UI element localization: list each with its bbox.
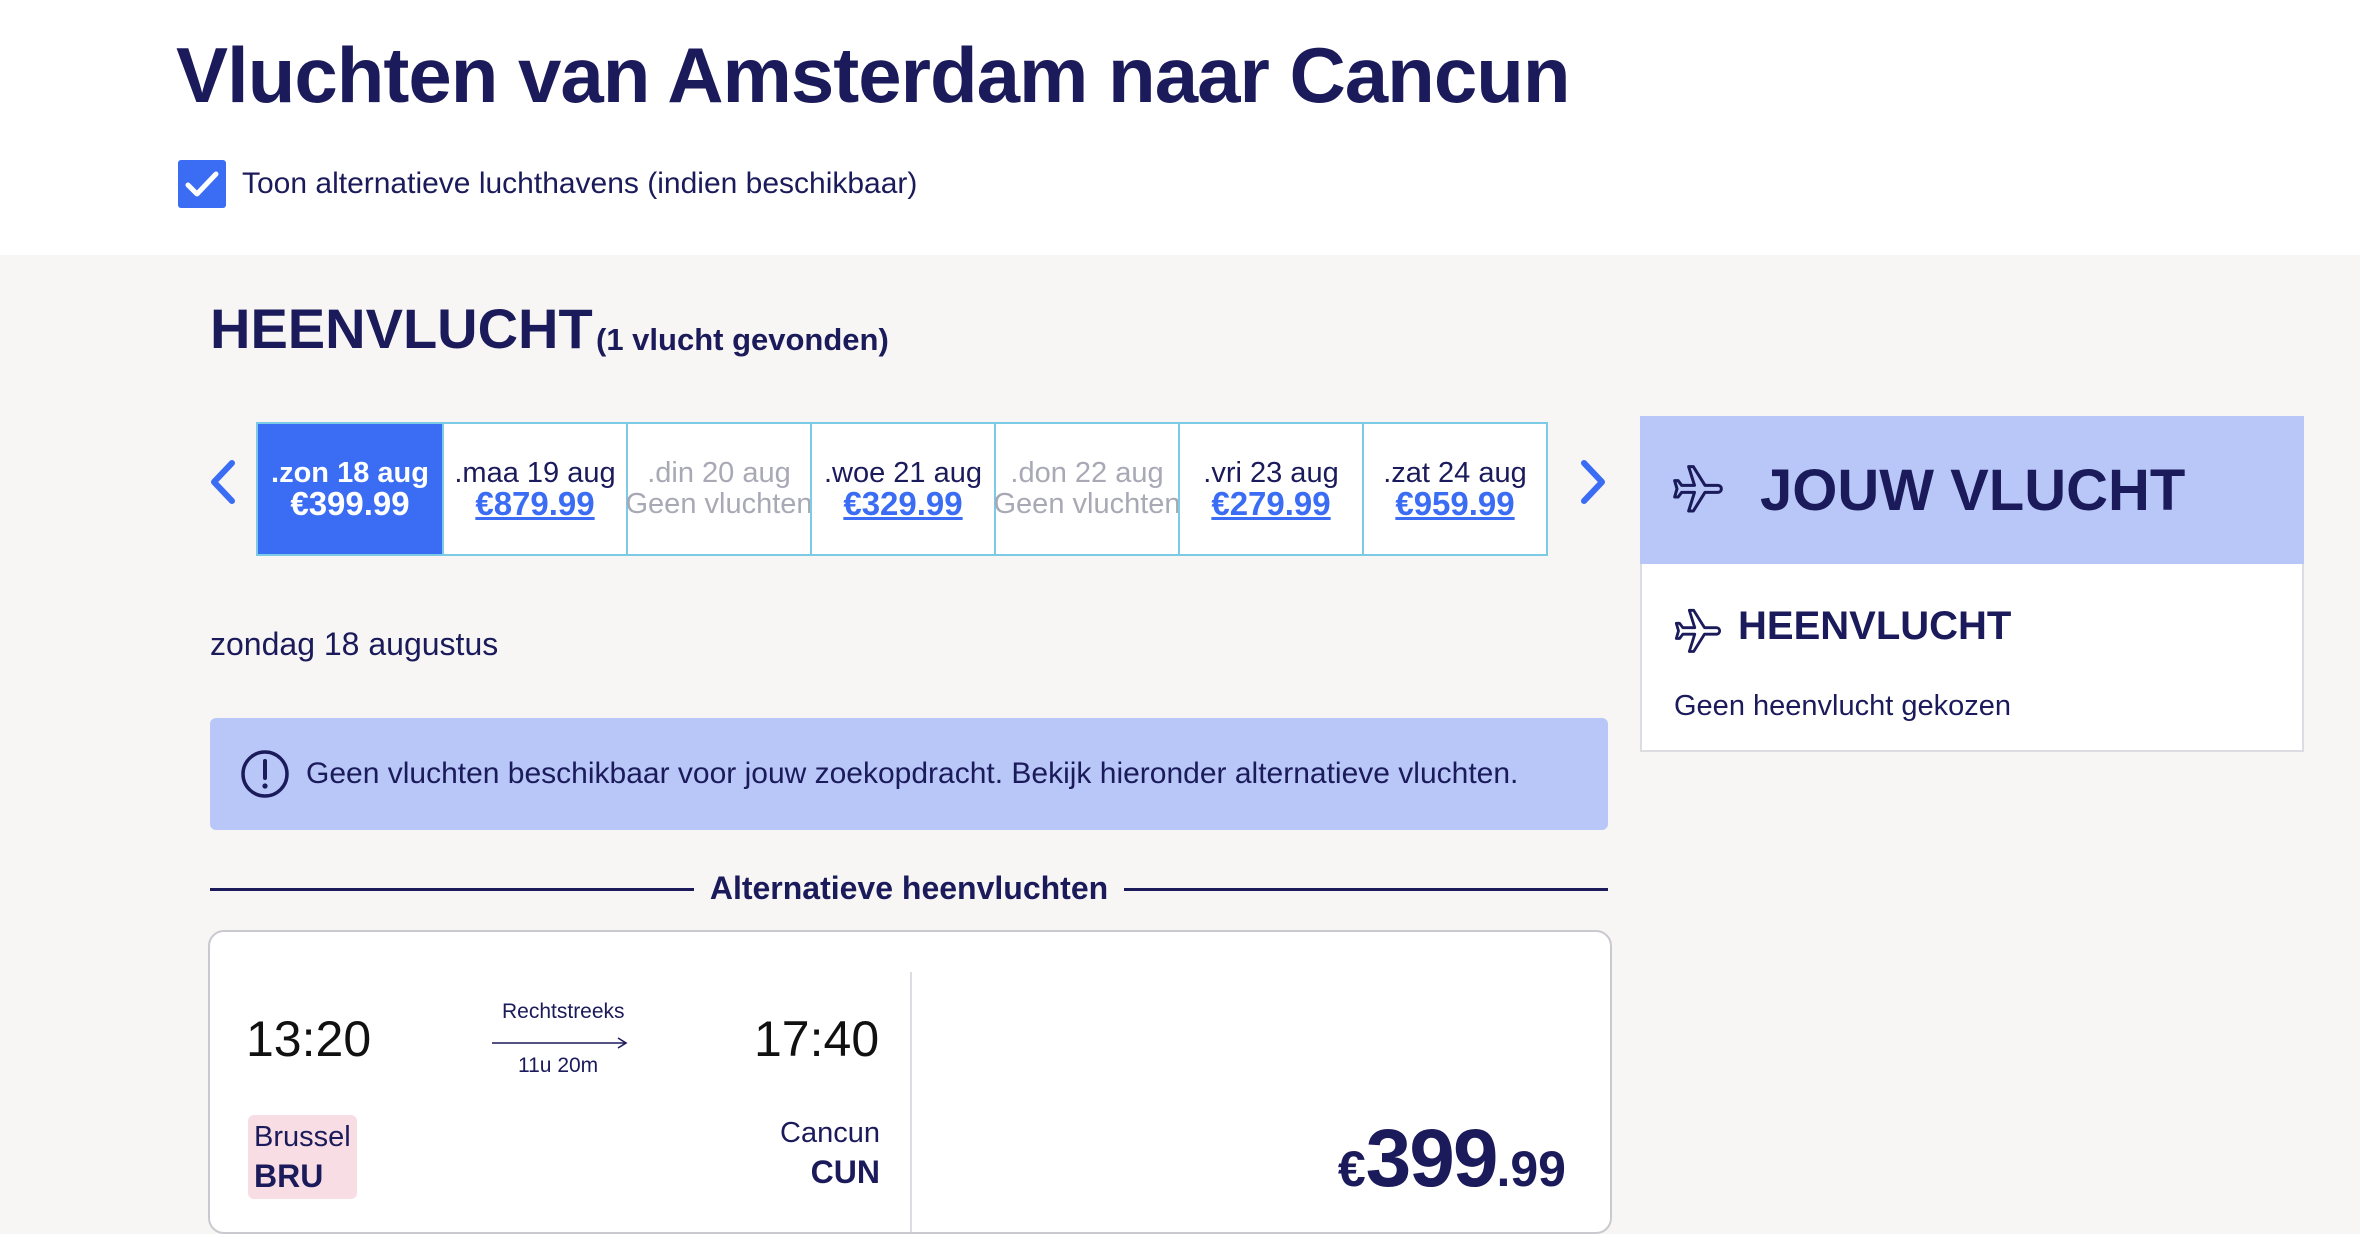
date-option-day: .don 22 aug [1010, 457, 1164, 489]
date-option-day: .maa 19 aug [454, 457, 616, 489]
date-option-1[interactable]: .maa 19 aug €879.99 [442, 424, 626, 554]
price-decimals: .99 [1496, 1141, 1566, 1197]
notice-text: Geen vluchten beschikbaar voor jouw zoek… [306, 757, 1519, 790]
origin-badge: Brussel BRU [248, 1115, 357, 1199]
date-selector: .zon 18 aug €399.99 .maa 19 aug €879.99 … [256, 422, 1548, 556]
destination: Cancun CUN [780, 1117, 880, 1191]
next-dates-button[interactable] [1574, 452, 1614, 512]
date-option-4: .don 22 aug Geen vluchten [993, 424, 1181, 554]
date-option-5[interactable]: .vri 23 aug €279.99 [1178, 424, 1362, 554]
flight-price[interactable]: €399.99 [1338, 1112, 1566, 1206]
departure-time: 13:20 [246, 1011, 372, 1067]
date-option-day: .zon 18 aug [271, 457, 429, 489]
price-currency: € [1337, 1141, 1366, 1197]
alt-airports-checkbox[interactable] [178, 160, 226, 208]
page-header: Vluchten van Amsterdam naar Cancun Toon … [0, 0, 2360, 255]
date-option-day: .vri 23 aug [1203, 457, 1339, 489]
plane-icon [1673, 465, 1723, 513]
date-option-price[interactable]: €959.99 [1395, 487, 1514, 520]
date-option-price[interactable]: €879.99 [475, 487, 594, 520]
arrival-time: 17:40 [754, 1011, 880, 1067]
alternatives-heading: Alternatieve heenvluchten [693, 870, 1125, 906]
flight-card[interactable]: 13:20 Rechtstreeks 11u 20m 17:40 Brussel… [208, 930, 1612, 1234]
panel-header: JOUW VLUCHT [1640, 416, 2304, 564]
origin-code: BRU [254, 1158, 324, 1194]
panel-section-heading: HEENVLUCHT [1738, 604, 2012, 648]
chevron-left-icon [211, 460, 235, 504]
date-option-price: €399.99 [290, 485, 410, 522]
price-integer: 399 [1365, 1113, 1499, 1204]
plane-icon [1674, 608, 1721, 653]
date-option-day: .woe 21 aug [823, 457, 982, 489]
prev-dates-button[interactable] [202, 452, 242, 512]
no-flights-notice: Geen vluchten beschikbaar voor jouw zoek… [210, 718, 1608, 830]
panel-status: Geen heenvlucht gekozen [1674, 690, 2011, 722]
selected-date-label: zondag 18 augustus [210, 626, 499, 662]
date-option-0[interactable]: .zon 18 aug €399.99 [258, 424, 442, 554]
flight-duration: 11u 20m [518, 1054, 599, 1077]
date-option-6[interactable]: .zat 24 aug €959.99 [1362, 424, 1546, 554]
date-option-day: .zat 24 aug [1383, 457, 1527, 489]
check-icon [185, 171, 219, 197]
date-option-3[interactable]: .woe 21 aug €329.99 [810, 424, 994, 554]
your-flight-panel: JOUW VLUCHT HEENVLUCHT Geen heenvlucht g… [1640, 416, 2304, 752]
card-divider [910, 972, 912, 1232]
date-option-price: Geen vluchten [625, 488, 813, 520]
alt-airports-label[interactable]: Toon alternatieve luchthavens (indien be… [242, 167, 917, 201]
date-option-price[interactable]: €279.99 [1211, 487, 1330, 520]
exclamation-circle-icon [241, 750, 289, 798]
dest-code: CUN [810, 1154, 880, 1190]
alternatives-divider: Alternatieve heenvluchten [210, 868, 1608, 908]
outbound-count: (1 vlucht gevonden) [596, 322, 889, 357]
date-option-2: .din 20 aug Geen vluchten [625, 424, 813, 554]
arrow-right-icon [492, 1037, 628, 1049]
panel-title: JOUW VLUCHT [1760, 457, 2186, 523]
date-option-price[interactable]: €329.99 [843, 487, 962, 520]
dest-city: Cancun [780, 1117, 880, 1149]
date-option-day: .din 20 aug [647, 457, 791, 489]
chevron-right-icon [1581, 460, 1605, 504]
outbound-heading: HEENVLUCHT [210, 297, 593, 360]
date-option-price: Geen vluchten [993, 488, 1181, 520]
panel-body: HEENVLUCHT Geen heenvlucht gekozen [1640, 564, 2304, 752]
flight-type: Rechtstreeks [502, 1000, 625, 1023]
page-title: Vluchten van Amsterdam naar Cancun [176, 31, 1570, 119]
origin-city: Brussel [254, 1121, 351, 1153]
